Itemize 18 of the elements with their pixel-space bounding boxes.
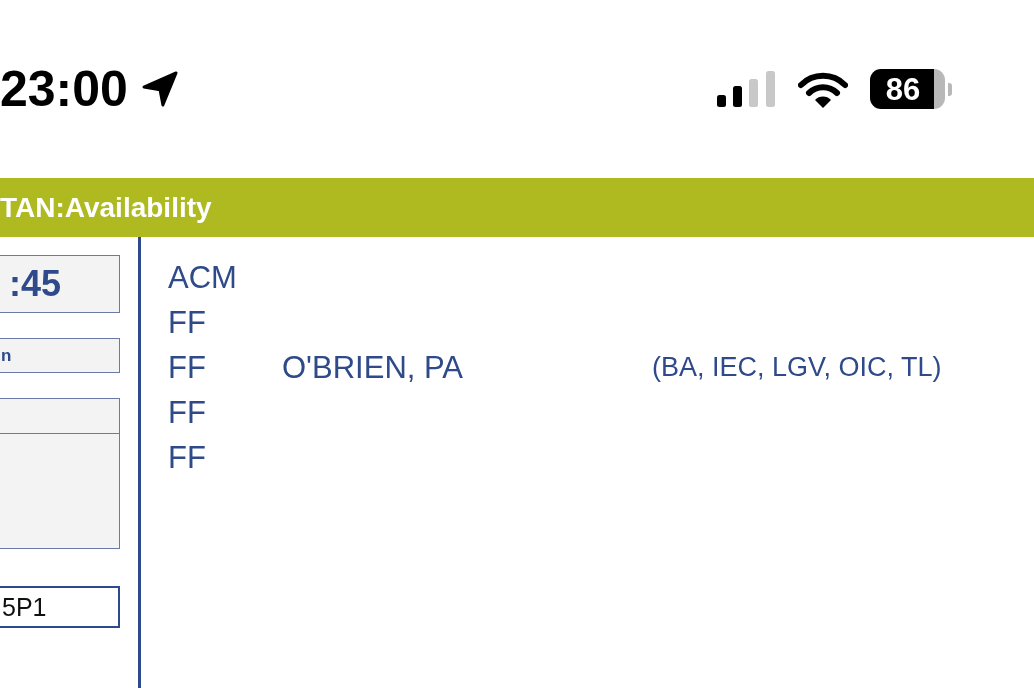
text-area-field[interactable] <box>0 434 120 549</box>
input-field[interactable] <box>0 398 120 434</box>
battery-percentage: 86 <box>885 73 921 105</box>
time-display-field[interactable]: :45 <box>0 255 120 313</box>
text-field[interactable]: n <box>0 338 120 373</box>
page-title: TAN:Availability <box>0 193 212 222</box>
qualification-list: (BA, IEC, LGV, OIC, TL) <box>652 352 942 383</box>
role-code: FF <box>168 394 207 431</box>
role-code: FF <box>168 439 207 476</box>
wifi-icon <box>798 70 848 108</box>
clock-time: 23:00 <box>0 64 128 114</box>
role-code: ACM <box>168 259 238 296</box>
location-arrow-icon <box>141 71 178 107</box>
role-code: FF <box>168 349 207 386</box>
person-name: O'BRIEN, PA <box>282 349 465 386</box>
signal-icon <box>717 71 775 107</box>
role-code: FF <box>168 304 207 341</box>
input-field[interactable]: 5P1 <box>0 586 120 628</box>
